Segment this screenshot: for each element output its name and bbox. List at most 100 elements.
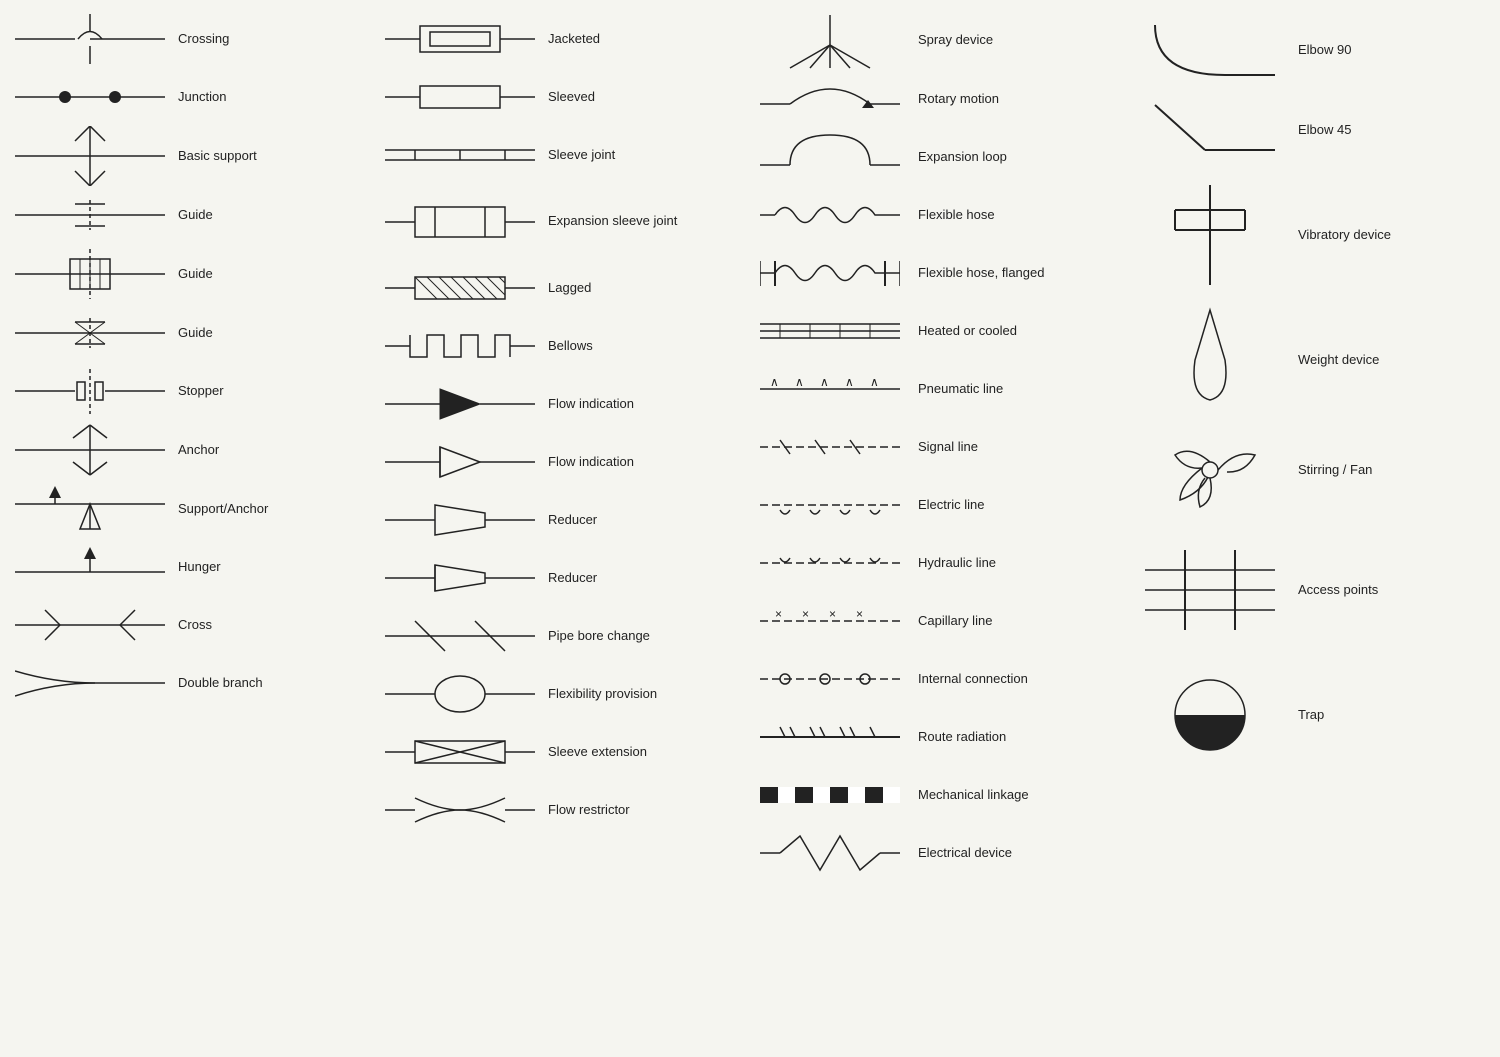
- label-flexible-hose: Flexible hose: [918, 207, 995, 224]
- list-item: Cross: [10, 596, 370, 654]
- label-reducer1: Reducer: [548, 512, 597, 529]
- symbol-hydraulic-line: [750, 538, 910, 588]
- svg-text:×: ×: [856, 607, 863, 621]
- label-elbow90: Elbow 90: [1298, 42, 1351, 59]
- symbol-sleeve-extension: [380, 727, 540, 777]
- symbol-internal-connection: [750, 654, 910, 704]
- label-support-anchor: Support/Anchor: [178, 501, 268, 518]
- list-item: Bellows: [380, 317, 740, 375]
- label-mechanical-linkage: Mechanical linkage: [918, 787, 1029, 804]
- list-item: Flexible hose, flanged: [750, 244, 1120, 302]
- list-item: Access points: [1130, 520, 1500, 660]
- label-hunger: Hunger: [178, 559, 221, 576]
- symbol-flexible-hose-flanged: [750, 246, 910, 301]
- list-item: Mechanical linkage: [750, 766, 1120, 824]
- label-electrical-device: Electrical device: [918, 845, 1012, 862]
- label-jacketed: Jacketed: [548, 31, 600, 48]
- list-item: Stirring / Fan: [1130, 420, 1500, 520]
- label-stopper: Stopper: [178, 383, 224, 400]
- label-flexibility-provision: Flexibility provision: [548, 686, 657, 703]
- label-flow-restrictor: Flow restrictor: [548, 802, 630, 819]
- label-pneumatic-line: Pneumatic line: [918, 381, 1003, 398]
- list-item: Reducer: [380, 549, 740, 607]
- label-pipe-bore-change: Pipe bore change: [548, 628, 650, 645]
- list-item: Double branch: [10, 654, 370, 712]
- column-4: Elbow 90 Elbow 45: [1120, 10, 1500, 1047]
- symbol-stopper: [10, 364, 170, 419]
- svg-text:×: ×: [802, 607, 809, 621]
- list-item: Spray device: [750, 10, 1120, 70]
- list-item: Vibratory device: [1130, 170, 1500, 300]
- label-bellows: Bellows: [548, 338, 593, 355]
- label-sleeve-joint: Sleeve joint: [548, 147, 615, 164]
- label-access-points: Access points: [1298, 582, 1378, 599]
- list-item: Sleeve joint: [380, 126, 740, 184]
- list-item: Flow restrictor: [380, 781, 740, 839]
- list-item: Sleeved: [380, 68, 740, 126]
- list-item: ∧ ∧ ∧ ∧ ∧ Pneumatic line: [750, 360, 1120, 418]
- symbol-flexible-hose: [750, 190, 910, 240]
- list-item: Sleeve extension: [380, 723, 740, 781]
- list-item: Rotary motion: [750, 70, 1120, 128]
- symbol-basic-support: [10, 126, 170, 186]
- label-crossing: Crossing: [178, 31, 229, 48]
- list-item: Weight device: [1130, 300, 1500, 420]
- label-stirring-fan: Stirring / Fan: [1298, 462, 1372, 479]
- symbol-pneumatic-line: ∧ ∧ ∧ ∧ ∧: [750, 364, 910, 414]
- symbol-capillary-line: × × × ×: [750, 596, 910, 646]
- symbol-expansion-loop: [750, 130, 910, 185]
- symbol-electrical-device: [750, 826, 910, 881]
- list-item: Expansion sleeve joint: [380, 184, 740, 259]
- list-item: × × × × Capillary line: [750, 592, 1120, 650]
- symbol-pipe-bore-change: [380, 611, 540, 661]
- list-item: Signal line: [750, 418, 1120, 476]
- list-item: Support/Anchor: [10, 480, 370, 538]
- label-capillary-line: Capillary line: [918, 613, 992, 630]
- symbol-reducer2: [380, 553, 540, 603]
- svg-text:∧: ∧: [820, 375, 829, 389]
- label-route-radiation: Route radiation: [918, 729, 1006, 746]
- svg-text:×: ×: [775, 607, 782, 621]
- symbol-signal-line: [750, 422, 910, 472]
- symbol-sleeved: [380, 72, 540, 122]
- symbol-crossing: [10, 14, 170, 64]
- label-flow-indication-filled: Flow indication: [548, 396, 634, 413]
- symbol-support-anchor: [10, 484, 170, 534]
- label-anchor: Anchor: [178, 442, 219, 459]
- list-item: Junction: [10, 68, 370, 126]
- list-item: Electric line: [750, 476, 1120, 534]
- column-2: Jacketed Sleeved: [370, 10, 740, 1047]
- symbol-route-radiation: [750, 712, 910, 762]
- svg-text:∧: ∧: [845, 375, 854, 389]
- list-item: Expansion loop: [750, 128, 1120, 186]
- label-sleeve-extension: Sleeve extension: [548, 744, 647, 761]
- label-sleeved: Sleeved: [548, 89, 595, 106]
- label-guide1: Guide: [178, 207, 213, 224]
- symbol-jacketed: [380, 14, 540, 64]
- list-item: Flow indication: [380, 375, 740, 433]
- list-item: Heated or cooled: [750, 302, 1120, 360]
- symbol-guide3: [10, 308, 170, 358]
- label-basic-support: Basic support: [178, 148, 257, 165]
- label-signal-line: Signal line: [918, 439, 978, 456]
- symbol-flexibility-provision: [380, 667, 540, 722]
- label-weight-device: Weight device: [1298, 352, 1379, 369]
- list-item: Internal connection: [750, 650, 1120, 708]
- label-internal-connection: Internal connection: [918, 671, 1028, 688]
- label-expansion-loop: Expansion loop: [918, 149, 1007, 166]
- symbol-elbow45: [1130, 95, 1290, 165]
- label-guide3: Guide: [178, 325, 213, 342]
- symbol-electric-line: [750, 480, 910, 530]
- symbol-flow-indication-filled: [380, 379, 540, 429]
- symbol-elbow90: [1130, 15, 1290, 85]
- label-guide2: Guide: [178, 266, 213, 283]
- symbol-rotary-motion: [750, 74, 910, 124]
- list-item: Guide: [10, 244, 370, 304]
- svg-text:∧: ∧: [795, 375, 804, 389]
- column-1: Crossing Junction: [0, 10, 370, 1047]
- symbol-cross: [10, 600, 170, 650]
- list-item: Anchor: [10, 420, 370, 480]
- label-flexible-hose-flanged: Flexible hose, flanged: [918, 265, 1044, 282]
- label-spray-device: Spray device: [918, 32, 993, 49]
- symbol-bellows: [380, 321, 540, 371]
